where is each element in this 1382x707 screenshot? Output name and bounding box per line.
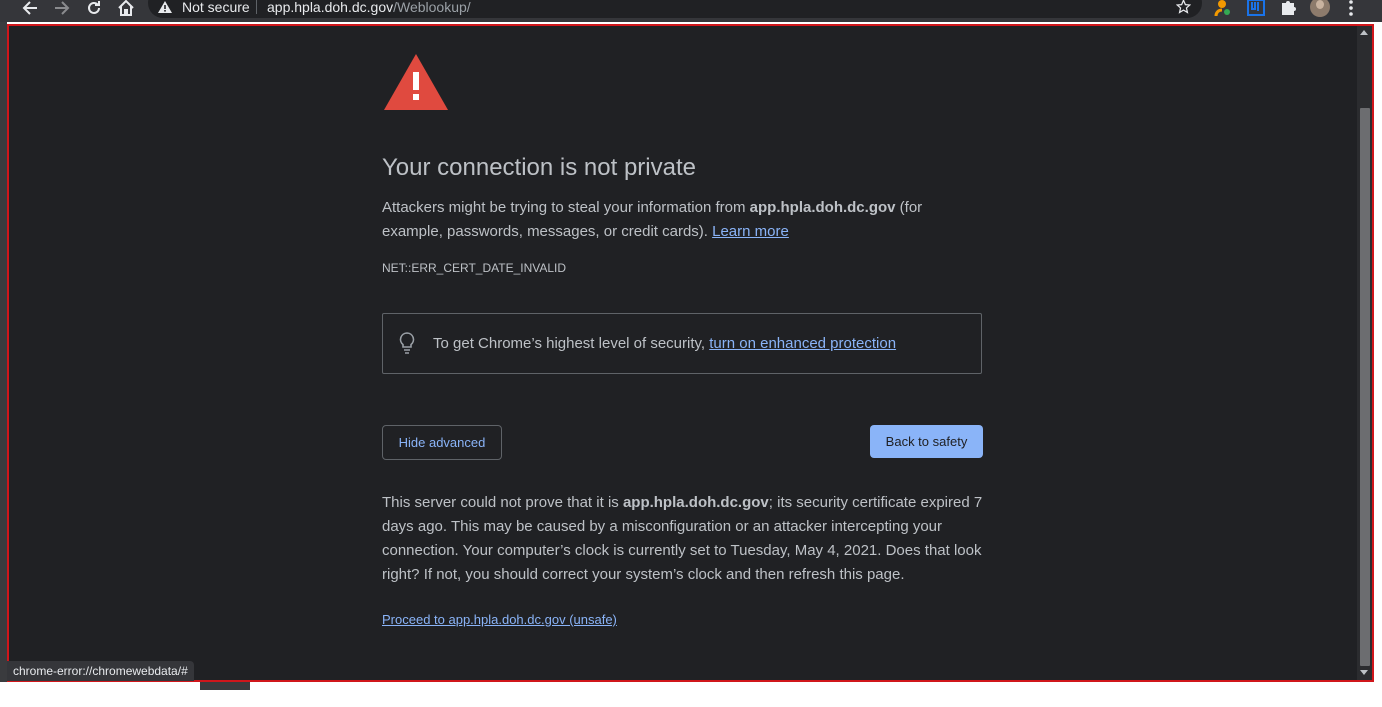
- warning-triangle-icon: [382, 52, 450, 117]
- reload-icon[interactable]: [84, 0, 104, 16]
- error-code[interactable]: NET::ERR_CERT_DATE_INVALID: [382, 261, 566, 275]
- learn-more-link[interactable]: Learn more: [712, 223, 789, 240]
- home-icon[interactable]: [116, 0, 136, 16]
- details-prefix: This server could not prove that it is: [382, 494, 623, 511]
- url-path: /Weblookup/: [393, 0, 471, 15]
- scroll-down-arrow-icon[interactable]: [1360, 670, 1368, 675]
- page-title: Your connection is not private: [382, 154, 696, 181]
- warning-icon[interactable]: [158, 0, 172, 18]
- taskbar-fragment: [200, 682, 250, 690]
- profile-avatar[interactable]: [1310, 0, 1330, 17]
- forward-icon[interactable]: [52, 0, 72, 16]
- security-label[interactable]: Not secure: [182, 0, 250, 15]
- scrollbar-thumb[interactable]: [1360, 108, 1370, 666]
- url-host: app.hpla.doh.dc.gov: [267, 0, 394, 15]
- scroll-up-arrow-icon[interactable]: [1360, 30, 1368, 35]
- hide-advanced-button[interactable]: Hide advanced: [382, 425, 502, 460]
- enhanced-protection-box: To get Chrome’s highest level of securit…: [382, 313, 982, 374]
- page-viewport: Your connection is not private Attackers…: [7, 24, 1357, 682]
- proceed-unsafe-link[interactable]: Proceed to app.hpla.doh.dc.gov (unsafe): [382, 612, 617, 627]
- window-edge: [0, 22, 7, 692]
- details-host: app.hpla.doh.dc.gov: [622, 494, 769, 511]
- back-icon[interactable]: [20, 0, 40, 16]
- explanation-prefix: Attackers might be trying to steal your …: [382, 199, 750, 216]
- explanation-text: Attackers might be trying to steal your …: [382, 196, 942, 244]
- omnibox[interactable]: Not secure app.hpla.doh.dc.gov/Weblookup…: [148, 0, 1202, 18]
- extension-ui-icon[interactable]: [1247, 0, 1265, 21]
- back-to-safety-button[interactable]: Back to safety: [870, 425, 983, 458]
- omnibox-divider: [256, 0, 257, 14]
- url-text[interactable]: app.hpla.doh.dc.gov/Weblookup/: [267, 0, 471, 15]
- puzzle-icon[interactable]: [1280, 0, 1296, 20]
- extension-icon[interactable]: [1214, 0, 1230, 21]
- browser-toolbar: Not secure app.hpla.doh.dc.gov/Weblookup…: [0, 0, 1382, 22]
- enhanced-protection-link[interactable]: turn on enhanced protection: [709, 335, 896, 352]
- menu-icon[interactable]: [1346, 0, 1356, 21]
- enhanced-protection-text: To get Chrome’s highest level of securit…: [433, 334, 896, 354]
- details-text: This server could not prove that it is a…: [382, 491, 987, 587]
- scrollbar[interactable]: [1357, 26, 1372, 680]
- star-icon[interactable]: [1175, 0, 1192, 19]
- status-bubble: chrome-error://chromewebdata/#: [7, 661, 194, 681]
- lightbulb-icon: [399, 332, 415, 359]
- enhanced-prefix: To get Chrome’s highest level of securit…: [433, 335, 710, 352]
- explanation-host: app.hpla.doh.dc.gov: [749, 199, 896, 216]
